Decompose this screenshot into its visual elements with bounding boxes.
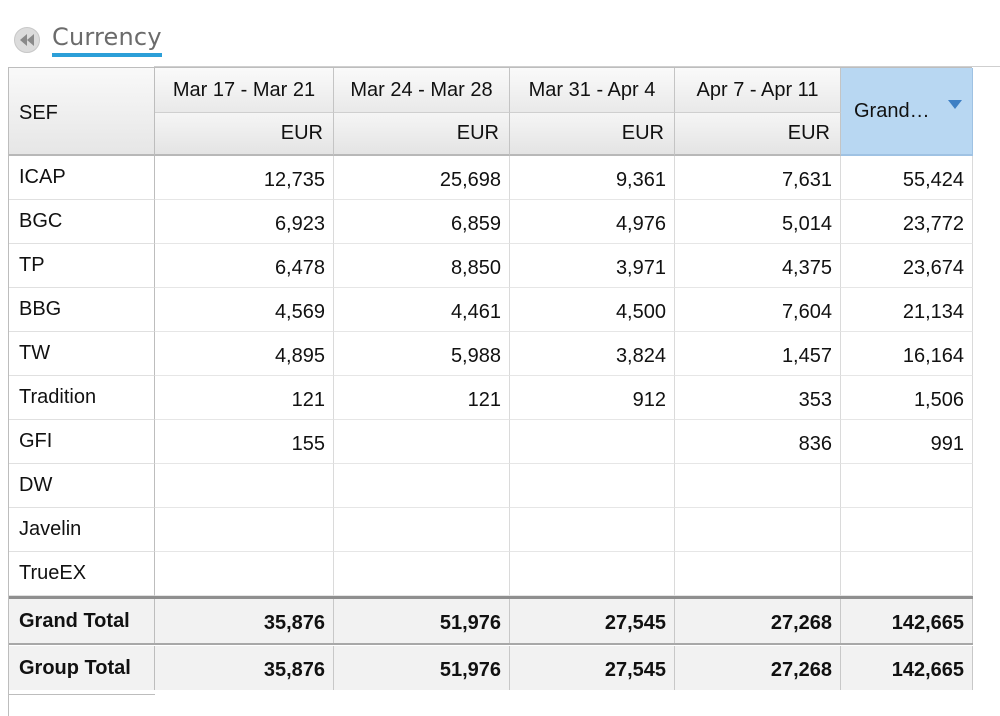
back-button[interactable] (14, 27, 40, 53)
data-cell[interactable]: 836 (675, 420, 841, 464)
row-label-tw[interactable]: TW (9, 332, 155, 376)
total-cell[interactable]: 27,268 (675, 599, 841, 643)
data-cell[interactable]: 4,500 (510, 288, 675, 332)
data-cell[interactable] (675, 552, 841, 596)
column-header-week[interactable]: Mar 31 - Apr 4 (510, 68, 675, 113)
row-label-javelin[interactable]: Javelin (9, 508, 155, 552)
total-cell[interactable]: 142,665 (841, 646, 973, 690)
total-cell[interactable]: 27,545 (510, 599, 675, 643)
data-cell[interactable]: 353 (675, 376, 841, 420)
grand-header-label: Grand… (854, 100, 930, 122)
data-cell[interactable] (510, 508, 675, 552)
row-header-label: SEF (19, 102, 58, 124)
data-cell[interactable]: 8,850 (334, 244, 510, 288)
data-cell[interactable]: 9,361 (510, 156, 675, 200)
data-cell[interactable]: 12,735 (155, 156, 334, 200)
data-cell[interactable]: 3,824 (510, 332, 675, 376)
row-label-bbg[interactable]: BBG (9, 288, 155, 332)
data-cell[interactable]: 6,923 (155, 200, 334, 244)
data-cell[interactable]: 23,772 (841, 200, 973, 244)
total-cell[interactable]: 142,665 (841, 599, 973, 643)
data-cell[interactable] (334, 420, 510, 464)
row-label-tp[interactable]: TP (9, 244, 155, 288)
column-header-week[interactable]: Apr 7 - Apr 11 (675, 68, 841, 113)
data-cell[interactable]: 121 (155, 376, 334, 420)
row-label-icap[interactable]: ICAP (9, 156, 155, 200)
column-header-currency[interactable]: EUR (155, 113, 334, 156)
row-label-trueex[interactable]: TrueEX (9, 552, 155, 596)
data-cell[interactable] (510, 420, 675, 464)
row-label-bgc[interactable]: BGC (9, 200, 155, 244)
total-cell[interactable]: 51,976 (334, 646, 510, 690)
row-label-dw[interactable]: DW (9, 464, 155, 508)
data-cell[interactable] (841, 508, 973, 552)
column-header-grand-total[interactable]: Grand… (841, 68, 973, 156)
data-cell[interactable] (841, 464, 973, 508)
data-cell[interactable]: 991 (841, 420, 973, 464)
data-cell[interactable] (841, 552, 973, 596)
data-cell[interactable]: 155 (155, 420, 334, 464)
column-header-currency[interactable]: EUR (675, 113, 841, 156)
data-cell[interactable] (155, 552, 334, 596)
data-cell[interactable]: 55,424 (841, 156, 973, 200)
data-cell[interactable]: 4,976 (510, 200, 675, 244)
data-cell[interactable]: 5,014 (675, 200, 841, 244)
total-cell[interactable]: 27,545 (510, 646, 675, 690)
table-bottom-border (9, 694, 155, 695)
data-cell[interactable] (155, 508, 334, 552)
data-cell[interactable]: 4,375 (675, 244, 841, 288)
data-cell[interactable]: 16,164 (841, 332, 973, 376)
breadcrumb: Currency (14, 22, 162, 58)
data-cell[interactable] (510, 464, 675, 508)
data-cell[interactable]: 7,604 (675, 288, 841, 332)
data-cell[interactable]: 25,698 (334, 156, 510, 200)
data-cell[interactable]: 6,478 (155, 244, 334, 288)
data-cell[interactable]: 3,971 (510, 244, 675, 288)
data-cell[interactable]: 23,674 (841, 244, 973, 288)
data-cell[interactable] (155, 464, 334, 508)
row-header-sef[interactable]: SEF (9, 68, 155, 156)
data-cell[interactable]: 4,569 (155, 288, 334, 332)
breadcrumb-currency-link[interactable]: Currency (52, 23, 162, 57)
column-header-currency[interactable]: EUR (334, 113, 510, 156)
data-cell[interactable] (334, 464, 510, 508)
total-cell[interactable]: 35,876 (155, 646, 334, 690)
data-cell[interactable]: 21,134 (841, 288, 973, 332)
total-cell[interactable]: 35,876 (155, 599, 334, 643)
total-cell[interactable]: 27,268 (675, 646, 841, 690)
row-label-tradition[interactable]: Tradition (9, 376, 155, 420)
data-cell[interactable] (675, 508, 841, 552)
total-cell[interactable]: 51,976 (334, 599, 510, 643)
dropdown-arrow-icon[interactable] (948, 100, 962, 109)
data-cell[interactable]: 5,988 (334, 332, 510, 376)
data-cell[interactable]: 1,457 (675, 332, 841, 376)
data-cell[interactable]: 121 (334, 376, 510, 420)
data-cell[interactable] (334, 508, 510, 552)
total-row-label[interactable]: Group Total (9, 646, 155, 690)
column-header-week[interactable]: Mar 17 - Mar 21 (155, 68, 334, 113)
data-cell[interactable]: 4,895 (155, 332, 334, 376)
data-cell[interactable]: 7,631 (675, 156, 841, 200)
group-total-divider (9, 643, 973, 645)
data-cell[interactable]: 912 (510, 376, 675, 420)
data-cell[interactable]: 4,461 (334, 288, 510, 332)
pivot-table: SEF Mar 17 - Mar 21 EUR Mar 24 - Mar 28 EUR… (8, 67, 973, 716)
data-cell[interactable]: 6,859 (334, 200, 510, 244)
column-header-week[interactable]: Mar 24 - Mar 28 (334, 68, 510, 113)
data-cell[interactable] (510, 552, 675, 596)
row-label-gfi[interactable]: GFI (9, 420, 155, 464)
total-row-label[interactable]: Grand Total (9, 599, 155, 643)
column-header-currency[interactable]: EUR (510, 113, 675, 156)
data-cell[interactable] (675, 464, 841, 508)
data-cell[interactable] (334, 552, 510, 596)
data-cell[interactable]: 1,506 (841, 376, 973, 420)
rewind-icon (20, 34, 34, 46)
